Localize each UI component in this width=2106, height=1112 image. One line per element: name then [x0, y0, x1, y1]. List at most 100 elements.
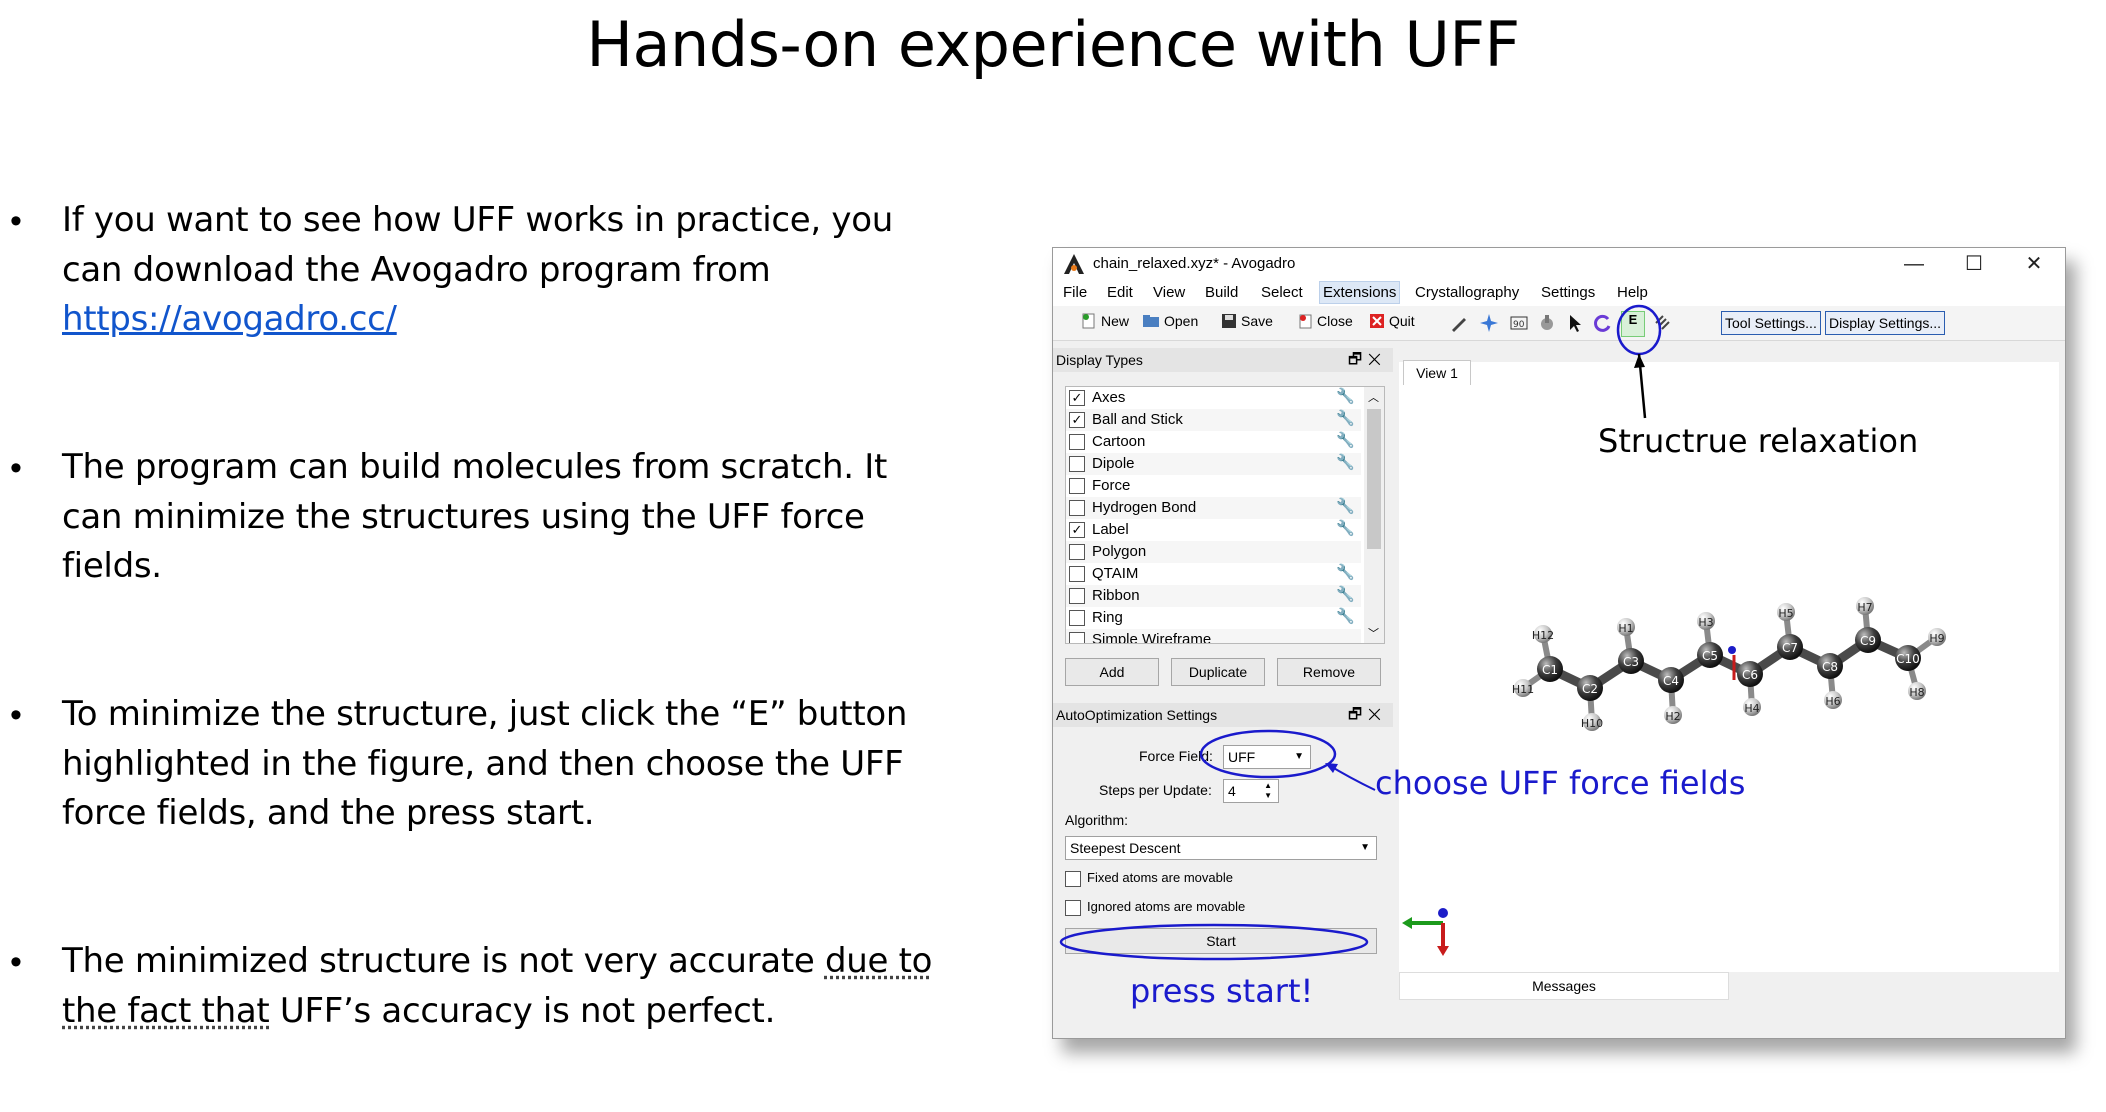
dock-float-close-icon[interactable]: 🗗✕ — [1348, 703, 1387, 727]
fixed-atoms-checkbox[interactable] — [1065, 871, 1081, 887]
checkbox[interactable]: ✓ — [1069, 390, 1085, 406]
quit-icon — [1370, 314, 1384, 328]
wrench-icon[interactable]: 🔧 — [1336, 453, 1355, 471]
menu-settings[interactable]: Settings — [1541, 284, 1595, 301]
checkbox[interactable] — [1069, 544, 1085, 560]
menu-extensions[interactable]: Extensions — [1319, 281, 1401, 304]
start-button[interactable]: Start — [1065, 928, 1377, 954]
menu-build[interactable]: Build — [1205, 284, 1238, 301]
list-item[interactable]: ✓ Ball and Stick 🔧 — [1066, 409, 1361, 431]
spin-arrows-icon[interactable]: ▲ ▼ — [1264, 781, 1272, 801]
ignored-atoms-checkbox[interactable] — [1065, 900, 1081, 916]
checkbox[interactable]: ✓ — [1069, 522, 1085, 538]
list-item[interactable]: ✓ Label 🔧 — [1066, 519, 1361, 541]
wrench-icon[interactable]: 🔧 — [1336, 497, 1355, 515]
checkbox[interactable] — [1069, 500, 1085, 516]
menu-crystallography[interactable]: Crystallography — [1415, 284, 1519, 301]
algorithm-select[interactable]: Steepest Descent ▼ — [1065, 836, 1377, 860]
tool-settings-button[interactable]: Tool Settings... — [1721, 311, 1821, 335]
new-button[interactable]: New — [1081, 313, 1129, 329]
menu-file[interactable]: File — [1063, 284, 1087, 301]
display-settings-button[interactable]: Display Settings... — [1825, 311, 1946, 335]
list-item[interactable]: Polygon — [1066, 541, 1361, 563]
checkbox[interactable] — [1069, 456, 1085, 472]
menu-view[interactable]: View — [1153, 284, 1185, 301]
quit-button[interactable]: Quit — [1369, 313, 1415, 329]
close-button[interactable]: Close — [1297, 313, 1353, 329]
checkbox[interactable]: ✓ — [1069, 412, 1085, 428]
checkbox[interactable] — [1069, 478, 1085, 494]
checkbox[interactable] — [1069, 588, 1085, 604]
list-item[interactable]: Simple Wireframe — [1066, 629, 1361, 643]
slide-title: Hands-on experience with UFF — [586, 8, 1520, 81]
wrench-icon[interactable]: 🔧 — [1336, 585, 1355, 603]
open-button[interactable]: Open — [1142, 313, 1198, 329]
rotate-tool-icon[interactable] — [1593, 313, 1613, 333]
folder-open-icon — [1143, 315, 1159, 327]
close-window-button[interactable]: ✕ — [2005, 250, 2063, 278]
save-button[interactable]: Save — [1221, 313, 1273, 329]
maximize-button[interactable]: ☐ — [1945, 250, 2003, 278]
bullet-4-line-2a: the fact that — [62, 990, 270, 1031]
wrench-icon[interactable]: 🔧 — [1336, 387, 1355, 405]
chevron-down-icon: ▼ — [1360, 842, 1370, 853]
bullet-3-line-3: force fields, and the press start. — [62, 793, 595, 833]
title-bar[interactable]: chain_relaxed.xyz* - Avogadro — ☐ ✕ — [1053, 248, 2065, 280]
remove-button[interactable]: Remove — [1277, 658, 1381, 686]
bullet-dot: • — [10, 943, 22, 981]
scroll-up-icon[interactable]: ︿ — [1368, 389, 1379, 405]
navigate-tool-icon[interactable] — [1479, 313, 1499, 333]
checkbox[interactable] — [1069, 566, 1085, 582]
avogadro-link[interactable]: https://avogadro.cc/ — [62, 299, 397, 339]
dock-float-close-icon[interactable]: 🗗✕ — [1348, 348, 1387, 372]
list-scrollbar[interactable]: ︿ ﹀ — [1364, 387, 1384, 643]
menu-edit[interactable]: Edit — [1107, 284, 1133, 301]
wrench-icon[interactable]: 🔧 — [1336, 607, 1355, 625]
list-item[interactable]: Ribbon 🔧 — [1066, 585, 1361, 607]
bullet-1-line-2: can download the Avogadro program from — [62, 249, 771, 290]
list-item[interactable]: Cartoon 🔧 — [1066, 431, 1361, 453]
manipulate-tool-icon[interactable] — [1537, 313, 1557, 333]
tab-view-1[interactable]: View 1 — [1403, 360, 1471, 385]
duplicate-button[interactable]: Duplicate — [1171, 658, 1265, 686]
steps-spinbox[interactable]: 4 ▲ ▼ — [1223, 779, 1279, 803]
select-tool-icon[interactable] — [1565, 313, 1585, 333]
bullet-2-line-1: The program can build molecules from scr… — [62, 447, 887, 487]
checkbox[interactable] — [1069, 632, 1085, 643]
checkbox[interactable] — [1069, 610, 1085, 626]
avogadro-logo-icon — [1064, 254, 1084, 274]
measure-tool-icon[interactable]: 90 — [1509, 313, 1529, 333]
wrench-icon[interactable]: 🔧 — [1336, 519, 1355, 537]
add-button[interactable]: Add — [1065, 658, 1159, 686]
menu-bar: File Edit View Build Select Extensions C… — [1053, 280, 2065, 306]
scroll-down-icon[interactable]: ﹀ — [1368, 625, 1379, 641]
list-item[interactable]: Force — [1066, 475, 1361, 497]
menu-select[interactable]: Select — [1261, 284, 1303, 301]
symmetry-tool-icon[interactable] — [1653, 313, 1673, 333]
draw-tool-icon[interactable] — [1449, 313, 1469, 333]
bullet-dot: • — [10, 202, 22, 240]
list-item[interactable]: Ring 🔧 — [1066, 607, 1361, 629]
list-item[interactable]: ✓ Axes 🔧 — [1066, 387, 1361, 409]
menu-help[interactable]: Help — [1617, 284, 1648, 301]
avogadro-window: chain_relaxed.xyz* - Avogadro — ☐ ✕ File… — [1052, 247, 2066, 1039]
list-item[interactable]: Hydrogen Bond 🔧 — [1066, 497, 1361, 519]
checkbox[interactable] — [1069, 434, 1085, 450]
list-item[interactable]: QTAIM 🔧 — [1066, 563, 1361, 585]
relaxation-annotation: Structrue relaxation — [1598, 422, 1919, 460]
minimize-button[interactable]: — — [1885, 250, 1943, 278]
chevron-down-icon: ▼ — [1294, 751, 1304, 762]
force-field-select[interactable]: UFF ▼ — [1223, 745, 1311, 769]
display-types-list[interactable]: ✓ Axes 🔧 ✓ Ball and Stick 🔧 Cartoon 🔧 Dipole 🔧… — [1065, 386, 1385, 644]
wrench-icon[interactable]: 🔧 — [1336, 563, 1355, 581]
wrench-icon[interactable]: 🔧 — [1336, 431, 1355, 449]
tab-messages[interactable]: Messages — [1399, 972, 1729, 1000]
new-file-icon — [1082, 313, 1095, 329]
scroll-thumb[interactable] — [1367, 409, 1381, 549]
bullet-4-line-1a: The minimized structure is not very accu… — [62, 941, 825, 981]
wrench-icon[interactable]: 🔧 — [1336, 409, 1355, 427]
bullet-1-line-1: If you want to see how UFF works in prac… — [62, 200, 893, 240]
list-item[interactable]: Dipole 🔧 — [1066, 453, 1361, 475]
steps-label: Steps per Update: — [1099, 782, 1212, 798]
auto-optimization-e-button[interactable]: E — [1621, 311, 1645, 337]
